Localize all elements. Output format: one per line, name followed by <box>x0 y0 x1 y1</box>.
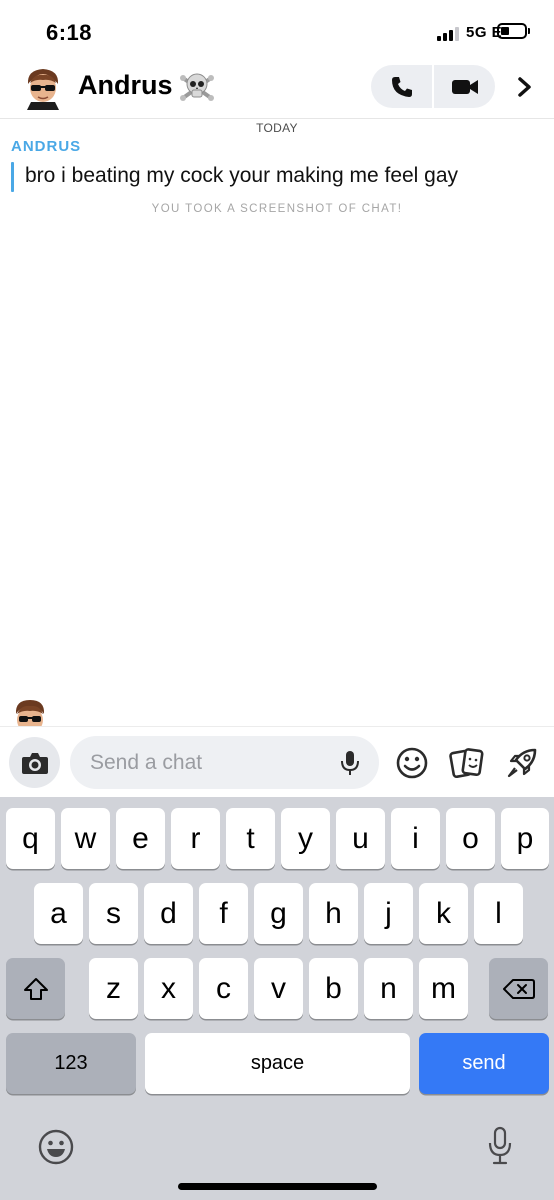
chevron-right-icon <box>518 77 531 97</box>
header-divider <box>0 118 554 119</box>
key-z[interactable]: z <box>89 958 138 1019</box>
shift-key[interactable] <box>6 958 65 1019</box>
contact-avatar[interactable] <box>22 66 64 110</box>
compose-divider <box>0 726 554 727</box>
key-n[interactable]: n <box>364 958 413 1019</box>
key-d[interactable]: d <box>144 883 193 944</box>
key-i[interactable]: i <box>391 808 440 869</box>
voice-note-button[interactable] <box>339 749 361 777</box>
key-e[interactable]: e <box>116 808 165 869</box>
emoji-keyboard-button[interactable] <box>36 1127 76 1167</box>
message-accent-bar <box>11 162 14 192</box>
camera-icon <box>21 752 48 774</box>
backspace-icon <box>502 978 535 999</box>
phone-icon <box>391 76 412 97</box>
status-time: 6:18 <box>46 20 93 45</box>
skull-crossbones-icon <box>180 70 214 104</box>
key-h[interactable]: h <box>309 883 358 944</box>
key-t[interactable]: t <box>226 808 275 869</box>
emoji-keyboard-icon <box>38 1129 74 1165</box>
space-key[interactable]: space <box>145 1033 410 1094</box>
emoji-button[interactable] <box>393 744 431 782</box>
backspace-key[interactable] <box>489 958 548 1019</box>
chevron-right-button[interactable] <box>510 72 540 102</box>
chat-input[interactable] <box>90 736 330 789</box>
key-x[interactable]: x <box>144 958 193 1019</box>
call-button-group <box>371 65 495 108</box>
smiley-icon <box>396 747 428 779</box>
stickers-button[interactable] <box>448 744 486 782</box>
shift-icon <box>23 977 48 1000</box>
signal-strength-icon <box>437 27 463 41</box>
home-indicator[interactable] <box>178 1183 377 1190</box>
numbers-key[interactable]: 123 <box>6 1033 136 1094</box>
key-k[interactable]: k <box>419 883 468 944</box>
key-a[interactable]: a <box>34 883 83 944</box>
video-icon <box>451 79 478 94</box>
battery-icon <box>497 23 530 39</box>
send-key[interactable]: send <box>419 1033 549 1094</box>
contact-name[interactable]: Andrus <box>78 70 173 101</box>
key-m[interactable]: m <box>419 958 468 1019</box>
key-f[interactable]: f <box>199 883 248 944</box>
key-p[interactable]: p <box>501 808 549 869</box>
key-l[interactable]: l <box>474 883 523 944</box>
key-r[interactable]: r <box>171 808 220 869</box>
voice-call-button[interactable] <box>371 65 432 108</box>
key-c[interactable]: c <box>199 958 248 1019</box>
rocket-icon <box>507 748 537 778</box>
key-g[interactable]: g <box>254 883 303 944</box>
key-u[interactable]: u <box>336 808 385 869</box>
key-j[interactable]: j <box>364 883 413 944</box>
key-s[interactable]: s <box>89 883 138 944</box>
key-o[interactable]: o <box>446 808 495 869</box>
chat-header: Andrus <box>0 62 554 118</box>
key-q[interactable]: q <box>6 808 55 869</box>
screenshot-notice: YOU TOOK A SCREENSHOT OF CHAT! <box>151 203 403 215</box>
camera-button[interactable] <box>9 737 60 788</box>
message-text[interactable]: bro i beating my cock your making me fee… <box>25 164 458 188</box>
video-call-button[interactable] <box>434 65 495 108</box>
dictation-icon <box>488 1126 512 1165</box>
chat-input-container <box>70 736 379 789</box>
key-b[interactable]: b <box>309 958 358 1019</box>
microphone-icon <box>341 751 359 775</box>
keyboard: q w e r t y u i o p a s d f g h j k l z … <box>0 797 554 1200</box>
games-button[interactable] <box>503 744 541 782</box>
message-sender: ANDRUS <box>11 138 82 155</box>
status-bar: 6:18 5G E <box>0 0 554 62</box>
date-separator: TODAY <box>256 121 298 135</box>
dictation-button[interactable] <box>484 1125 516 1167</box>
typing-bitmoji <box>10 696 50 726</box>
key-y[interactable]: y <box>281 808 330 869</box>
sticker-cards-icon <box>449 748 484 779</box>
key-w[interactable]: w <box>61 808 110 869</box>
key-v[interactable]: v <box>254 958 303 1019</box>
